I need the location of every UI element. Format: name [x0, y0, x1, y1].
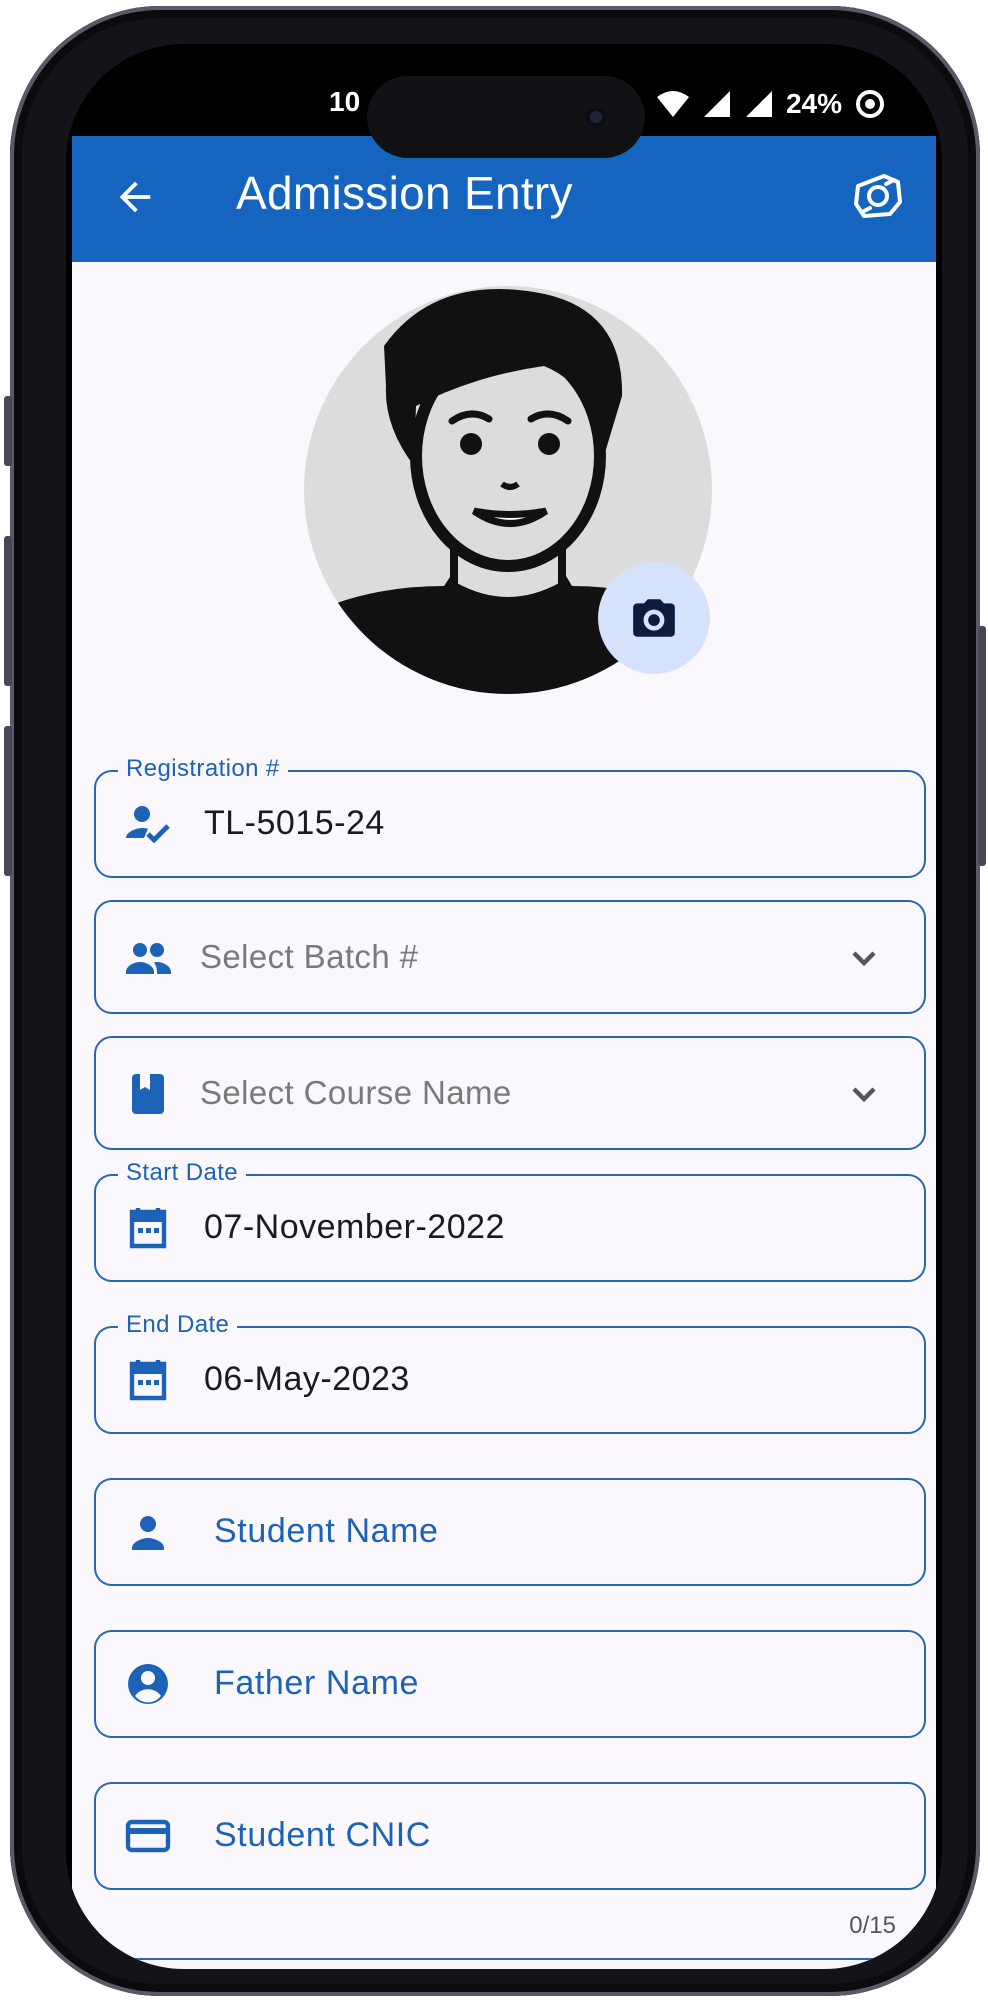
- calendar-icon: [129, 1208, 167, 1249]
- registration-value: TL-5015-24: [204, 804, 385, 842]
- student-name-field[interactable]: Student Name: [94, 1478, 926, 1586]
- form-content: Registration # TL-5015-24 Select Batch #…: [72, 262, 936, 1969]
- course-placeholder: Select Course Name: [200, 1074, 512, 1111]
- status-time: 10: [329, 86, 361, 117]
- signal-icon: [703, 91, 730, 117]
- father-name-field[interactable]: Father Name: [94, 1630, 926, 1738]
- signal-icon: [745, 91, 772, 117]
- power-button: [978, 626, 986, 866]
- chevron-down-icon: [852, 951, 876, 967]
- batch-placeholder: Select Batch #: [200, 938, 419, 975]
- book-icon: [132, 1074, 164, 1114]
- wifi-icon: [656, 91, 689, 117]
- account-circle-icon: [128, 1664, 168, 1704]
- course-dropdown[interactable]: Select Course Name: [94, 1036, 926, 1150]
- end-date-label: End Date: [118, 1311, 238, 1339]
- change-photo-button[interactable]: [598, 562, 710, 674]
- camera-switch-icon[interactable]: [850, 168, 906, 224]
- student-cnic-hint: Student CNIC: [214, 1816, 431, 1854]
- student-name-hint: Student Name: [214, 1512, 439, 1550]
- side-button: [4, 726, 12, 876]
- person-check-icon: [126, 806, 170, 844]
- front-camera: [585, 106, 607, 128]
- chevron-down-icon: [852, 1087, 876, 1103]
- registration-label: Registration #: [118, 755, 288, 783]
- end-date-field[interactable]: End Date 06-May-2023: [94, 1311, 926, 1434]
- person-icon: [132, 1516, 164, 1550]
- batch-dropdown[interactable]: Select Batch #: [94, 900, 926, 1014]
- battery-percent: 24%: [785, 88, 842, 119]
- screen: 10 24% Admission Entry Registration # TL…: [66, 44, 942, 1969]
- start-date-label: Start Date: [118, 1159, 247, 1187]
- next-field-partial[interactable]: [94, 1958, 926, 1969]
- back-arrow-icon[interactable]: [112, 174, 158, 220]
- battery-icon: [856, 90, 884, 118]
- camera-icon: [633, 599, 675, 637]
- father-name-hint: Father Name: [214, 1664, 420, 1702]
- student-cnic-field[interactable]: Student CNIC: [94, 1782, 926, 1890]
- registration-field[interactable]: Registration # TL-5015-24: [94, 755, 926, 878]
- calendar-icon: [129, 1360, 167, 1401]
- side-button: [4, 396, 12, 466]
- start-date-value: 07-November-2022: [204, 1208, 505, 1246]
- phone-frame: 10 24% Admission Entry Registration # TL…: [4, 6, 986, 1996]
- side-button: [4, 536, 12, 686]
- end-date-value: 06-May-2023: [204, 1360, 410, 1398]
- dynamic-island: [367, 76, 645, 158]
- page-title: Admission Entry: [236, 167, 573, 219]
- credit-card-icon: [125, 1819, 171, 1853]
- group-icon: [126, 943, 171, 974]
- cnic-character-counter: 0/15: [849, 1912, 896, 1939]
- status-icons: 24%: [656, 88, 886, 120]
- start-date-field[interactable]: Start Date 07-November-2022: [94, 1159, 926, 1282]
